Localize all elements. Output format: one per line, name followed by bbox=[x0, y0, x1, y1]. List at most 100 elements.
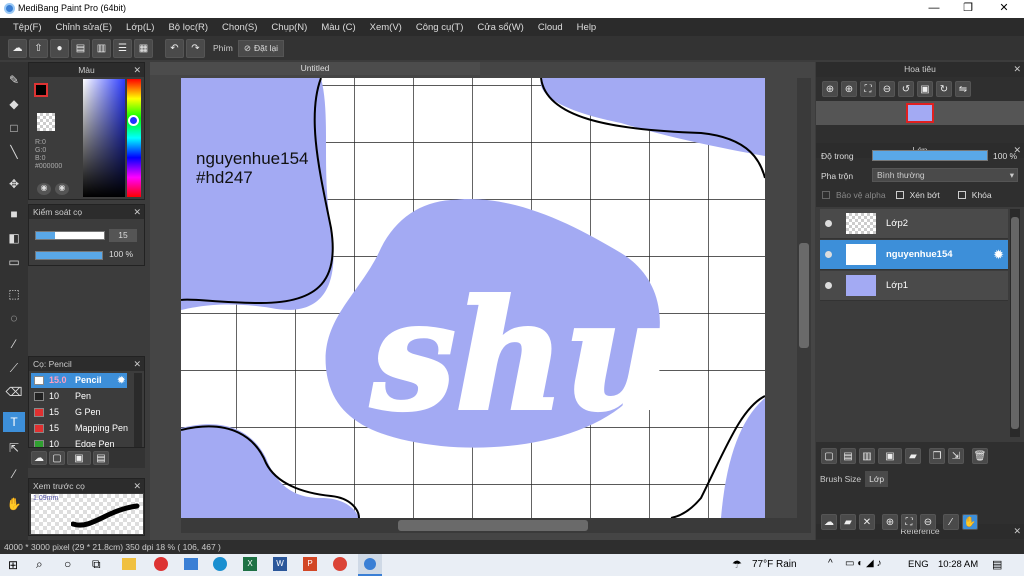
move-tool-icon[interactable]: ✥ bbox=[3, 174, 25, 194]
layer-opacity-slider[interactable] bbox=[872, 150, 988, 161]
navigator-viewport[interactable] bbox=[906, 103, 934, 123]
eye-icon[interactable] bbox=[825, 251, 832, 258]
fill-rect-tool-icon[interactable]: ■ bbox=[3, 204, 25, 224]
menu-tools[interactable]: Công cụ(T) bbox=[409, 22, 471, 33]
redo-icon[interactable]: ↷ bbox=[186, 38, 205, 58]
menu-select[interactable]: Chọn(S) bbox=[215, 22, 264, 33]
excel-icon[interactable]: X bbox=[243, 557, 257, 571]
eye-icon[interactable] bbox=[825, 220, 832, 227]
menu-layer[interactable]: Lớp(L) bbox=[119, 22, 161, 33]
eye-icon[interactable] bbox=[825, 282, 832, 289]
notification-icon[interactable]: ▤ bbox=[992, 558, 1002, 571]
protect-alpha-checkbox[interactable] bbox=[822, 191, 830, 199]
lock-checkbox[interactable] bbox=[957, 191, 966, 199]
tray-up-icon[interactable]: ^ bbox=[828, 558, 833, 569]
canvas-horizontal-thumb[interactable] bbox=[398, 520, 588, 531]
brush-list-item[interactable]: 10 Pen bbox=[31, 389, 127, 404]
close-button[interactable]: ✕ bbox=[986, 0, 1022, 18]
new-8bit-layer-icon[interactable]: ▥ bbox=[859, 448, 875, 464]
hand-tool-icon[interactable]: ✋ bbox=[3, 494, 25, 514]
reference-zoom-in-icon[interactable]: ⊕ bbox=[882, 514, 898, 530]
layer-row-selected[interactable]: nguyenhue154 ✹ bbox=[820, 240, 1008, 270]
delete-layer-icon[interactable]: 🗑 bbox=[972, 448, 988, 464]
clipping-checkbox[interactable] bbox=[895, 191, 904, 199]
brush-tool-icon[interactable]: ✎ bbox=[3, 70, 25, 90]
new-halftone-layer-icon[interactable]: ▤ bbox=[840, 448, 856, 464]
file-explorer-icon[interactable] bbox=[122, 558, 136, 570]
reference-open-icon[interactable]: ▰ bbox=[840, 514, 856, 530]
hue-handle[interactable] bbox=[128, 115, 139, 126]
document-tab[interactable]: Untitled bbox=[150, 62, 480, 75]
layer-list-scrollbar[interactable] bbox=[1010, 209, 1020, 437]
gradient-tool-icon[interactable]: ▭ bbox=[3, 252, 25, 272]
hue-slider[interactable] bbox=[127, 79, 141, 197]
brush-size-value[interactable]: 15 bbox=[109, 229, 137, 242]
page-icon[interactable]: ▥ bbox=[92, 38, 111, 58]
rotate-right-icon[interactable]: ↻ bbox=[936, 81, 952, 97]
add-layer-menu-icon[interactable]: ▣ bbox=[878, 448, 902, 464]
fit-window-icon[interactable]: ⛶ bbox=[860, 81, 876, 97]
brush-size-slider[interactable] bbox=[35, 231, 105, 240]
bucket-tool-icon[interactable]: ◧ bbox=[3, 228, 25, 248]
app-icon-1[interactable] bbox=[154, 557, 168, 571]
reset-button[interactable]: ⊘ Đặt lại bbox=[237, 39, 285, 57]
panel-close-icon[interactable]: ✕ bbox=[133, 63, 141, 77]
chrome-icon[interactable] bbox=[333, 557, 347, 571]
brush-list-item[interactable]: 15.0 Pencil ✹ bbox=[31, 373, 127, 388]
tab-layer[interactable]: Lớp bbox=[865, 471, 889, 487]
app-icon-2[interactable] bbox=[184, 558, 198, 570]
tray-icons[interactable]: ▭ ◐ ◢ ♪ bbox=[845, 558, 882, 569]
select-rect-tool-icon[interactable]: ⬚ bbox=[3, 284, 25, 304]
gear-icon[interactable]: ✹ bbox=[117, 373, 125, 388]
brush-list-item[interactable]: 15 Mapping Pen bbox=[31, 421, 128, 436]
menu-color[interactable]: Màu (C) bbox=[314, 22, 362, 33]
magic-wand-tool-icon[interactable]: ⁄ bbox=[3, 334, 25, 354]
comment-icon[interactable]: ▤ bbox=[71, 38, 90, 58]
rotate-left-icon[interactable]: ↺ bbox=[898, 81, 914, 97]
menu-snap[interactable]: Chụp(N) bbox=[264, 22, 314, 33]
menu-view[interactable]: Xem(V) bbox=[363, 22, 409, 33]
edge-icon[interactable] bbox=[213, 557, 227, 571]
flip-icon[interactable]: ⇋ bbox=[955, 81, 971, 97]
reference-fit-icon[interactable]: ⛶ bbox=[901, 514, 917, 530]
menu-window[interactable]: Cửa sổ(W) bbox=[470, 22, 530, 33]
reference-eyedropper-icon[interactable]: ⁄ bbox=[943, 514, 959, 530]
brush-add-icon[interactable]: ▣ bbox=[67, 451, 91, 465]
folder-icon[interactable]: ▰ bbox=[905, 448, 921, 464]
canvas-horizontal-scrollbar[interactable] bbox=[181, 518, 811, 533]
brush-list-scrollbar[interactable] bbox=[134, 373, 142, 447]
menu-cloud[interactable]: Cloud bbox=[531, 22, 570, 33]
merge-layer-icon[interactable]: ⇲ bbox=[948, 448, 964, 464]
list-icon[interactable]: ☰ bbox=[113, 38, 132, 58]
layer-row[interactable]: Lớp2 bbox=[820, 209, 1008, 239]
duplicate-layer-icon[interactable]: ❐ bbox=[929, 448, 945, 464]
panel-close-icon[interactable]: ✕ bbox=[133, 357, 141, 371]
clock[interactable]: 10:28 AM bbox=[938, 559, 978, 570]
cloud-icon[interactable]: ☁ bbox=[8, 38, 27, 58]
panel-close-icon[interactable]: ✕ bbox=[133, 205, 141, 219]
primary-color-swatch[interactable] bbox=[34, 83, 48, 97]
language-indicator[interactable]: ENG bbox=[908, 559, 929, 570]
menu-help[interactable]: Help bbox=[570, 22, 604, 33]
menu-filter[interactable]: Bộ lọc(R) bbox=[161, 22, 215, 33]
weather-text[interactable]: 77°F Rain bbox=[752, 559, 797, 570]
canvas-vertical-scrollbar[interactable] bbox=[797, 78, 811, 518]
upload-icon[interactable]: ⇧ bbox=[29, 38, 48, 58]
line-tool-icon[interactable]: ╲ bbox=[3, 142, 25, 162]
reference-zoom-out-icon[interactable]: ⊖ bbox=[920, 514, 936, 530]
palette-icon[interactable]: ◉ bbox=[37, 183, 51, 195]
transparent-swatch[interactable] bbox=[37, 113, 55, 131]
saturation-value-picker[interactable] bbox=[83, 79, 125, 197]
brush-cloud-icon[interactable]: ☁ bbox=[31, 451, 47, 465]
menu-edit[interactable]: Chỉnh sửa(E) bbox=[49, 22, 120, 33]
brush-list-item[interactable]: 15 G Pen bbox=[31, 405, 127, 420]
undo-icon[interactable]: ↶ bbox=[165, 38, 184, 58]
artwork-canvas[interactable]: nguyenhue154 #hd247 shu bbox=[181, 78, 765, 518]
zoom-fit-icon[interactable]: ⊕ bbox=[841, 81, 857, 97]
panel-close-icon[interactable]: ✕ bbox=[1013, 62, 1021, 77]
reference-close-icon[interactable]: ✕ bbox=[859, 514, 875, 530]
new-layer-icon[interactable]: ▢ bbox=[821, 448, 837, 464]
reference-cloud-icon[interactable]: ☁ bbox=[821, 514, 837, 530]
chat-icon[interactable]: ● bbox=[50, 38, 69, 58]
start-icon[interactable]: ⊞ bbox=[8, 558, 18, 572]
